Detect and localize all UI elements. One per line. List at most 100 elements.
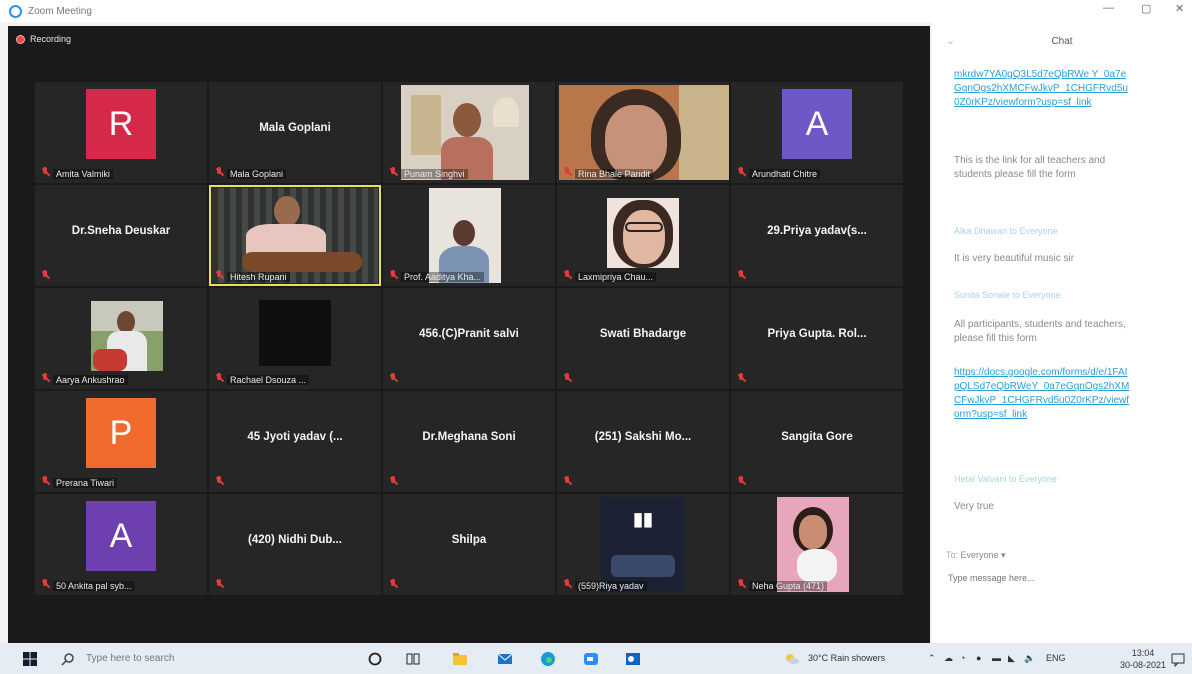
- network-icon[interactable]: ◔: [960, 653, 965, 663]
- notification-icon[interactable]: [1170, 651, 1186, 667]
- windows-start-icon[interactable]: [22, 651, 38, 667]
- participant-name-label: Rachael Dsouza ...: [227, 375, 310, 385]
- chat-message-link[interactable]: https://docs.google.com/forms/d/e/1FAIpQ…: [954, 366, 1132, 422]
- minimize-button[interactable]: —: [1103, 2, 1114, 14]
- weather-text[interactable]: 30°C Rain showers: [808, 653, 885, 663]
- chevron-up-icon[interactable]: ⌃: [928, 653, 936, 664]
- participant-tile[interactable]: Dr.Sneha Deuskar: [35, 185, 207, 286]
- edge-browser-icon[interactable]: [540, 651, 556, 667]
- participant-tile[interactable]: ▮▮ (559)Riya yadav: [557, 494, 729, 595]
- muted-mic-icon: [215, 373, 223, 383]
- participant-tile[interactable]: Punam Singhvi: [383, 82, 555, 183]
- muted-mic-icon: [215, 167, 223, 177]
- muted-mic-icon: [563, 270, 571, 280]
- recording-indicator[interactable]: Recording: [16, 34, 71, 44]
- search-icon[interactable]: [60, 651, 76, 667]
- chat-recipient-select[interactable]: To: Everyone ▾: [946, 550, 1006, 561]
- muted-mic-icon: [215, 579, 223, 589]
- muted-mic-icon: [389, 373, 397, 383]
- muted-mic-icon: [389, 270, 397, 280]
- muted-mic-icon: [563, 476, 571, 486]
- volume-icon[interactable]: 🔈: [1024, 653, 1035, 664]
- participant-name-label: Prerana Tiwari: [53, 478, 118, 488]
- participant-name-label: Punam Singhvi: [401, 169, 468, 179]
- recording-label: Recording: [30, 34, 72, 44]
- participant-tile[interactable]: Priya Gupta. Rol...: [731, 288, 903, 389]
- participant-avatar: A: [86, 501, 156, 572]
- wifi-icon[interactable]: ◣: [1008, 653, 1015, 664]
- participant-tile[interactable]: Laxmipriya Chau...: [557, 185, 729, 286]
- file-explorer-icon[interactable]: [452, 651, 468, 667]
- language-indicator[interactable]: ENG: [1046, 653, 1066, 663]
- participant-display-name: Dr.Sneha Deuskar: [71, 225, 171, 238]
- clock-time: 13:04: [1131, 648, 1155, 658]
- task-view-icon[interactable]: [405, 651, 421, 667]
- participant-display-name: Swati Bhadarge: [599, 328, 687, 341]
- participant-tile[interactable]: (251) Sakshi Mo...: [557, 391, 729, 492]
- muted-mic-icon: [41, 373, 49, 383]
- muted-mic-icon: [41, 579, 49, 589]
- participant-display-name: (251) Sakshi Mo...: [594, 431, 692, 444]
- participant-tile[interactable]: 29.Priya yadav(s...: [731, 185, 903, 286]
- participant-tile[interactable]: A Arundhati Chitre: [731, 82, 903, 183]
- participant-tile[interactable]: (420) Nidhi Dub...: [209, 494, 381, 595]
- chat-title: Chat: [1051, 36, 1073, 47]
- participant-tile[interactable]: R Amita Valmiki: [35, 82, 207, 183]
- participant-display-name: Mala Goplani: [259, 122, 331, 135]
- participant-tile[interactable]: Prof. Aaditya Kha...: [383, 185, 555, 286]
- chat-message-link[interactable]: mkrdw7YA0gQ3L5d7eQbRWe Y_0a7eGqnOgs2hXMC…: [954, 68, 1132, 110]
- participant-display-name: Dr.Meghana Soni: [422, 431, 516, 444]
- participant-avatar: A: [782, 89, 852, 160]
- chat-message: Very true: [954, 501, 995, 512]
- clock[interactable]: 13:04 30-08-2021: [1120, 647, 1166, 671]
- chat-panel: ⌄ Chat mkrdw7YA0gQ3L5d7eQbRWe Y_0a7eGqnO…: [932, 22, 1192, 643]
- chat-message: All participants, students and teachers,…: [954, 319, 1126, 344]
- meeting-video-area: Recording R Amita Valmiki Mala Goplani Mala…: [8, 26, 930, 643]
- participant-tile[interactable]: Rina Bhale Pandit: [557, 82, 729, 183]
- muted-mic-icon: [737, 373, 745, 383]
- battery-icon[interactable]: ▬: [992, 653, 1001, 663]
- window-title: Zoom Meeting: [28, 5, 92, 17]
- muted-mic-icon: [41, 476, 49, 486]
- muted-mic-icon: [389, 579, 397, 589]
- participant-tile[interactable]: Swati Bhadarge: [557, 288, 729, 389]
- participant-tile[interactable]: 456.(C)Pranit salvi: [383, 288, 555, 389]
- microphone-icon[interactable]: ●: [976, 653, 981, 663]
- mail-icon[interactable]: [497, 651, 513, 667]
- onedrive-icon[interactable]: ☁: [944, 653, 953, 664]
- participant-tile[interactable]: Dr.Meghana Soni: [383, 391, 555, 492]
- chat-message-sender: Sunita Sonale to Everyone: [954, 290, 1061, 300]
- chat-message-input[interactable]: [946, 570, 1150, 586]
- weather-icon[interactable]: [784, 651, 800, 667]
- muted-mic-icon: [563, 579, 571, 589]
- muted-mic-icon: [215, 476, 223, 486]
- zoom-logo-icon: [9, 4, 22, 18]
- participant-display-name: 45 Jyoti yadav (...: [247, 431, 343, 444]
- participant-name-label: 50 Ankita pal syb...: [53, 581, 135, 591]
- participant-tile[interactable]: 45 Jyoti yadav (...: [209, 391, 381, 492]
- zoom-app-icon[interactable]: [583, 651, 599, 667]
- taskbar-search-box[interactable]: Type here to search: [86, 653, 174, 664]
- participant-tile[interactable]: Sangita Gore: [731, 391, 903, 492]
- participant-tile[interactable]: Aarya Ankushrao: [35, 288, 207, 389]
- participant-tile[interactable]: P Prerana Tiwari: [35, 391, 207, 492]
- maximize-button[interactable]: ▢: [1141, 2, 1151, 15]
- participant-tile[interactable]: Hitesh Rupani: [209, 185, 381, 286]
- participant-tile[interactable]: Neha Gupta (471): [731, 494, 903, 595]
- participant-name-label: Aarya Ankushrao: [53, 375, 128, 385]
- windows-taskbar: Type here to search 30°C Rain showers ⌃ …: [0, 643, 1192, 674]
- cortana-icon[interactable]: [367, 651, 383, 667]
- chat-message: This is the link for all teachers and st…: [954, 155, 1106, 180]
- participant-tile[interactable]: Shilpa: [383, 494, 555, 595]
- participant-tile[interactable]: A 50 Ankita pal syb...: [35, 494, 207, 595]
- muted-mic-icon: [737, 167, 745, 177]
- chat-message-sender: Hetal Valvani to Everyone: [954, 474, 1057, 484]
- participant-tile[interactable]: Rachael Dsouza ...: [209, 288, 381, 389]
- participant-name-label: Arundhati Chitre: [749, 169, 821, 179]
- outlook-icon[interactable]: [625, 651, 641, 667]
- participant-name-label: Rina Bhale Pandit: [575, 169, 654, 179]
- close-button[interactable]: ✕: [1175, 2, 1184, 15]
- participant-tile[interactable]: Mala Goplani Mala Goplani: [209, 82, 381, 183]
- participant-display-name: (420) Nidhi Dub...: [248, 534, 342, 547]
- muted-mic-icon: [41, 270, 49, 280]
